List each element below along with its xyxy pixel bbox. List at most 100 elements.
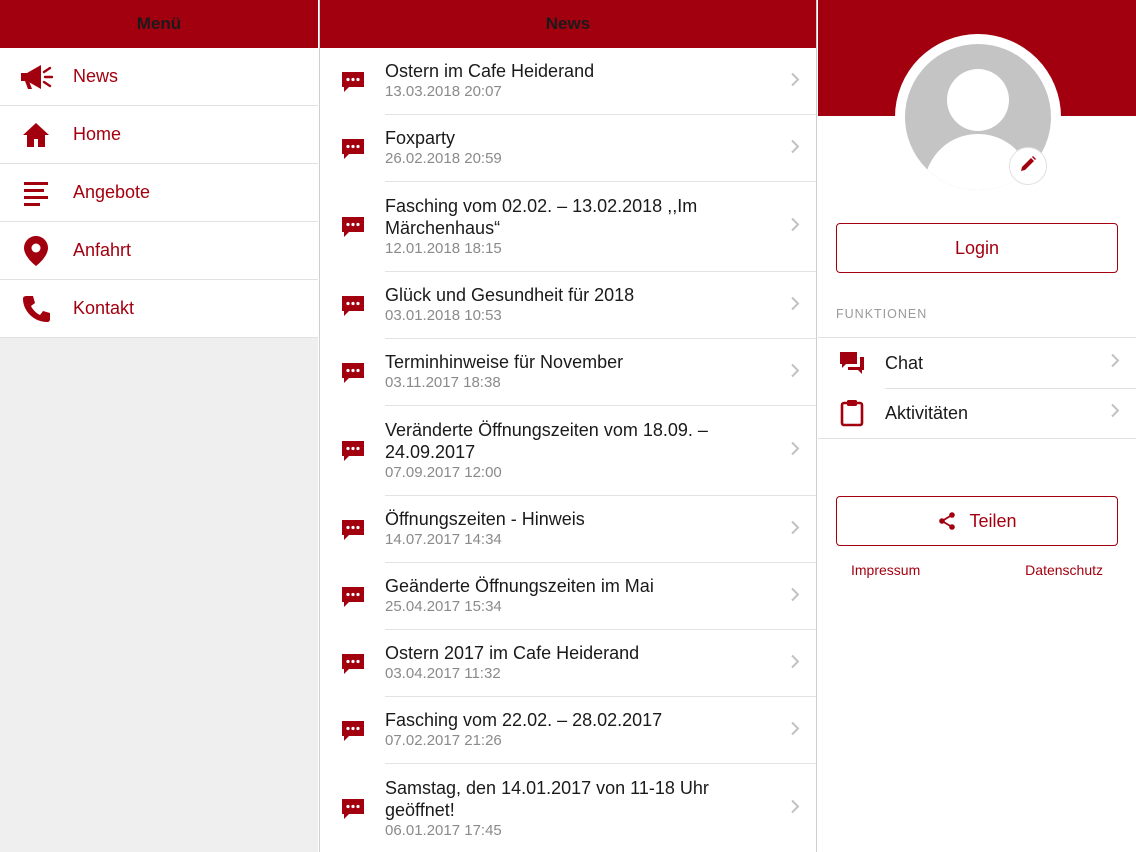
share-icon — [937, 511, 957, 531]
chat-icon — [818, 350, 885, 376]
news-item[interactable]: Samstag, den 14.01.2017 von 11-18 Uhr ge… — [320, 764, 816, 852]
message-bubble-icon — [320, 797, 385, 821]
menu-item-label: Angebote — [73, 182, 151, 202]
chevron-right-icon — [790, 138, 800, 159]
news-item-body: Glück und Gesundheit für 2018 03.01.2018 … — [385, 272, 816, 339]
news-item-title: Fasching vom 22.02. – 28.02.2017 — [385, 710, 663, 730]
menu-item-label: Home — [73, 124, 122, 144]
message-bubble-icon — [320, 585, 385, 609]
menu-title: Menü — [136, 14, 182, 33]
share-label: Teilen — [969, 510, 1017, 531]
news-item[interactable]: Foxparty 26.02.2018 20:59 — [320, 115, 816, 182]
chevron-right-icon — [790, 441, 800, 462]
chevron-right-icon — [790, 799, 800, 820]
news-item-title: Veränderte Öffnungszeiten vom 18.09. – 2… — [385, 419, 708, 462]
function-label: Chat — [885, 352, 924, 373]
news-item-body: Ostern im Cafe Heiderand 13.03.2018 20:07 — [385, 48, 816, 115]
news-item-title: Terminhinweise für November — [385, 352, 624, 372]
functions-list: Chat Aktivitäten — [818, 337, 1136, 439]
message-bubble-icon — [320, 439, 385, 463]
message-bubble-icon — [320, 518, 385, 542]
function-label: Aktivitäten — [885, 402, 969, 423]
news-item[interactable]: Geänderte Öffnungszeiten im Mai 25.04.201… — [320, 563, 816, 630]
news-item-date: 03.11.2017 18:38 — [385, 374, 501, 391]
menu-pane: Menü News Home Angebote Anfahrt Kontakt — [0, 0, 318, 852]
chevron-right-icon — [790, 71, 800, 92]
impressum-link[interactable]: Impressum — [851, 562, 920, 578]
news-item-title: Foxparty — [385, 128, 456, 148]
share-button[interactable]: Teilen — [836, 496, 1118, 546]
function-item-chat[interactable]: Chat — [818, 338, 1136, 388]
location-pin-icon — [0, 235, 73, 267]
menu-item-anfahrt[interactable]: Anfahrt — [0, 222, 318, 280]
news-item-date: 13.03.2018 20:07 — [385, 83, 502, 100]
news-item-date: 06.01.2017 17:45 — [385, 821, 502, 839]
function-item-aktivitaeten[interactable]: Aktivitäten — [818, 388, 1136, 438]
edit-avatar-button[interactable] — [1009, 147, 1047, 185]
news-item[interactable]: Glück und Gesundheit für 2018 03.01.2018 … — [320, 272, 816, 339]
news-item-date: 12.01.2018 18:15 — [385, 239, 502, 257]
news-item-title: Ostern im Cafe Heiderand — [385, 61, 595, 81]
news-item-date: 25.04.2017 15:34 — [385, 598, 502, 615]
news-list: Ostern im Cafe Heiderand 13.03.2018 20:07… — [320, 48, 816, 852]
news-item-date: 26.02.2018 20:59 — [385, 150, 502, 167]
login-button[interactable]: Login — [836, 223, 1118, 273]
news-item[interactable]: Terminhinweise für November 03.11.2017 18… — [320, 339, 816, 406]
news-item[interactable]: Ostern im Cafe Heiderand 13.03.2018 20:07 — [320, 48, 816, 115]
menu-item-news[interactable]: News — [0, 48, 318, 106]
menu-item-label: Kontakt — [73, 298, 135, 318]
news-item-body: Ostern 2017 im Cafe Heiderand 03.04.2017 … — [385, 630, 816, 697]
chevron-right-icon — [790, 217, 800, 238]
news-item-date: 07.02.2017 21:26 — [385, 732, 502, 749]
news-item-body: Foxparty 26.02.2018 20:59 — [385, 115, 816, 182]
message-bubble-icon — [320, 137, 385, 161]
phone-icon — [0, 294, 73, 324]
functions-section-label: FUNKTIONEN — [836, 307, 928, 321]
news-item[interactable]: Fasching vom 22.02. – 28.02.2017 07.02.20… — [320, 697, 816, 764]
home-icon — [0, 121, 73, 149]
news-item-title: Samstag, den 14.01.2017 von 11-18 Uhr ge… — [385, 777, 709, 820]
message-bubble-icon — [320, 361, 385, 385]
news-item[interactable]: Fasching vom 02.02. – 13.02.2018 ,,Im Mä… — [320, 182, 816, 272]
news-item-title: Glück und Gesundheit für 2018 — [385, 285, 635, 305]
news-item-body: Veränderte Öffnungszeiten vom 18.09. – 2… — [385, 406, 816, 496]
datenschutz-link[interactable]: Datenschutz — [1025, 562, 1103, 578]
menu-item-angebote[interactable]: Angebote — [0, 164, 318, 222]
chevron-right-icon — [1110, 403, 1120, 424]
news-item-body: Öffnungszeiten - Hinweis 14.07.2017 14:34 — [385, 496, 816, 563]
news-item-body: Geänderte Öffnungszeiten im Mai 25.04.201… — [385, 563, 816, 630]
news-item-body: Samstag, den 14.01.2017 von 11-18 Uhr ge… — [385, 764, 816, 852]
message-bubble-icon — [320, 215, 385, 239]
news-item-body: Terminhinweise für November 03.11.2017 18… — [385, 339, 816, 406]
news-item[interactable]: Ostern 2017 im Cafe Heiderand 03.04.2017 … — [320, 630, 816, 697]
pencil-icon — [1019, 155, 1037, 178]
menu-item-home[interactable]: Home — [0, 106, 318, 164]
news-item[interactable]: Öffnungszeiten - Hinweis 14.07.2017 14:34 — [320, 496, 816, 563]
chevron-right-icon — [790, 362, 800, 383]
menu-list: News Home Angebote Anfahrt Kontakt — [0, 48, 318, 338]
news-item-title: Öffnungszeiten - Hinweis — [385, 509, 585, 529]
menu-item-label: Anfahrt — [73, 240, 132, 260]
news-item[interactable]: Veränderte Öffnungszeiten vom 18.09. – 2… — [320, 406, 816, 496]
clipboard-icon — [818, 399, 885, 427]
chevron-right-icon — [790, 653, 800, 674]
menu-item-kontakt[interactable]: Kontakt — [0, 280, 318, 338]
message-bubble-icon — [320, 719, 385, 743]
news-item-date: 03.01.2018 10:53 — [385, 307, 502, 324]
menu-item-label: News — [73, 66, 119, 86]
message-bubble-icon — [320, 652, 385, 676]
news-header: News — [320, 0, 816, 48]
news-item-body: Fasching vom 22.02. – 28.02.2017 07.02.20… — [385, 697, 816, 764]
news-item-date: 07.09.2017 12:00 — [385, 463, 502, 481]
news-item-body: Fasching vom 02.02. – 13.02.2018 ,,Im Mä… — [385, 182, 816, 272]
news-item-date: 03.04.2017 11:32 — [385, 665, 501, 682]
news-title: News — [545, 14, 591, 33]
news-item-title: Fasching vom 02.02. – 13.02.2018 ,,Im Mä… — [385, 195, 698, 238]
chevron-right-icon — [1110, 353, 1120, 374]
chevron-right-icon — [790, 586, 800, 607]
chevron-right-icon — [790, 295, 800, 316]
message-bubble-icon — [320, 294, 385, 318]
megaphone-icon — [0, 63, 73, 91]
news-item-title: Ostern 2017 im Cafe Heiderand — [385, 643, 640, 663]
chevron-right-icon — [790, 519, 800, 540]
